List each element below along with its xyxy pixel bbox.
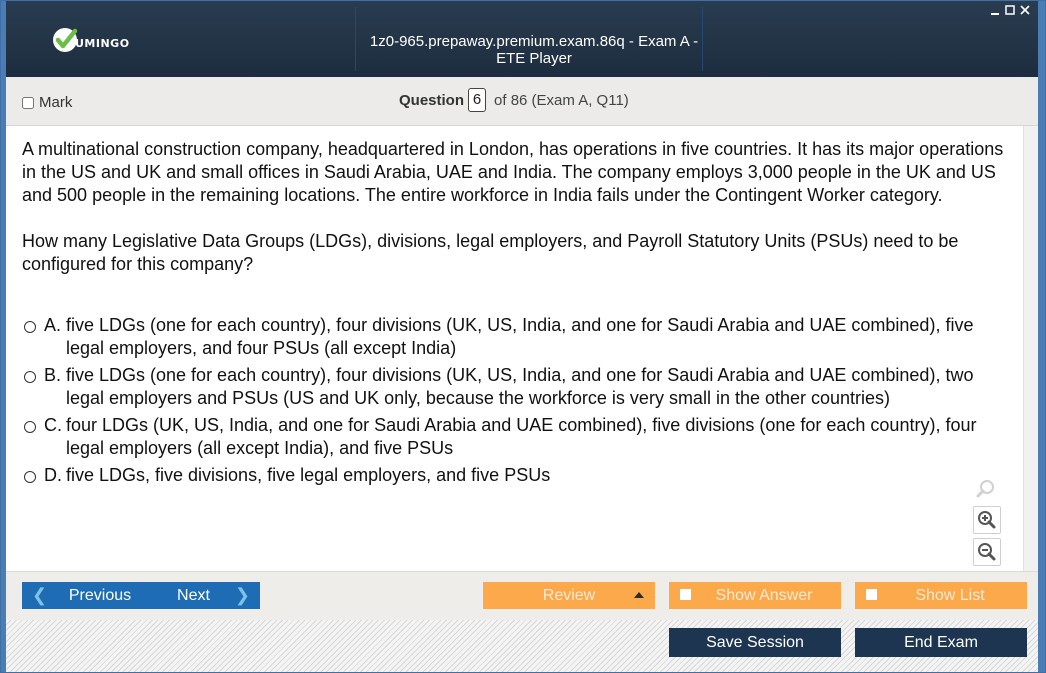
option-text: five LDGs (one for each country), four d… — [66, 365, 974, 408]
title-bar: UMINGO 1z0-965.prepaway.premium.exam.86q… — [6, 1, 1038, 78]
maximize-icon[interactable] — [1004, 4, 1015, 15]
option-text: four LDGs (UK, US, India, and one for Sa… — [66, 415, 977, 458]
vertical-scrollbar[interactable] — [1023, 126, 1039, 571]
end-exam-label: End Exam — [904, 633, 978, 651]
radio-button[interactable] — [24, 371, 36, 383]
chevron-right-icon: ❯ — [234, 585, 250, 605]
footer-bar: Save Session End Exam — [6, 620, 1038, 672]
option-letter: A. — [44, 315, 62, 335]
end-exam-button[interactable]: End Exam — [855, 628, 1027, 657]
option-a[interactable]: A. five LDGs (one for each country), fou… — [22, 314, 1012, 360]
radio-button[interactable] — [24, 421, 36, 433]
previous-label: Previous — [68, 586, 132, 604]
caret-up-icon — [634, 592, 644, 598]
review-button[interactable]: Review — [483, 582, 655, 609]
option-text: five LDGs, five divisions, five legal em… — [66, 465, 551, 485]
question-text: A multinational construction company, he… — [22, 138, 1012, 299]
show-list-checkbox[interactable] — [866, 589, 877, 600]
option-c[interactable]: C. four LDGs (UK, US, India, and one for… — [22, 414, 1012, 460]
show-answer-checkbox[interactable] — [680, 589, 691, 600]
option-letter: D. — [44, 465, 62, 485]
vumingo-logo: UMINGO — [51, 25, 130, 55]
title-separator — [702, 7, 703, 71]
close-icon[interactable] — [1019, 4, 1030, 15]
question-prompt: How many Legislative Data Groups (LDGs),… — [22, 231, 959, 274]
radio-button[interactable] — [24, 471, 36, 483]
navigation-bar: ❮ Previous Next ❯ Review Show Answer Sho… — [6, 571, 1038, 620]
radio-button[interactable] — [24, 321, 36, 333]
show-answer-label: Show Answer — [715, 586, 813, 604]
chevron-left-icon: ❮ — [32, 585, 48, 605]
option-d[interactable]: D. five LDGs, five divisions, five legal… — [22, 464, 1012, 487]
review-label: Review — [542, 586, 596, 604]
mark-checkbox[interactable]: Mark — [22, 94, 72, 111]
show-answer-button[interactable]: Show Answer — [669, 582, 841, 609]
window-border-left — [1, 1, 6, 672]
question-count: of 86 (Exam A, Q11) — [494, 91, 629, 109]
search-icon[interactable] — [973, 476, 999, 502]
option-letter: C. — [44, 415, 62, 435]
window-title: 1z0-965.prepaway.premium.exam.86q - Exam… — [369, 33, 699, 67]
previous-button[interactable]: ❮ Previous — [22, 582, 160, 609]
question-content: A multinational construction company, he… — [6, 126, 1023, 571]
zoom-controls — [973, 476, 1003, 570]
option-b[interactable]: B. five LDGs (one for each country), fou… — [22, 364, 1012, 410]
question-number-box[interactable]: 6 — [468, 88, 487, 112]
option-letter: B. — [44, 365, 62, 385]
save-session-button[interactable]: Save Session — [669, 628, 841, 657]
question-indicator: Question 6 of 86 (Exam A, Q11) — [399, 88, 629, 112]
app-window: UMINGO 1z0-965.prepaway.premium.exam.86q… — [0, 0, 1046, 673]
mark-checkbox-input[interactable] — [22, 96, 34, 109]
logo-text: UMINGO — [75, 36, 130, 50]
question-bar: Mark Question 6 of 86 (Exam A, Q11) — [6, 77, 1038, 126]
option-text: five LDGs (one for each country), four d… — [66, 315, 974, 358]
next-label: Next — [177, 586, 210, 604]
question-label: Question — [399, 91, 465, 109]
mark-label: Mark — [39, 94, 73, 111]
zoom-in-icon[interactable] — [973, 506, 1001, 534]
window-controls — [989, 4, 1030, 15]
title-separator — [355, 7, 356, 71]
window-border-right — [1038, 1, 1045, 672]
show-list-button[interactable]: Show List — [855, 582, 1027, 609]
zoom-out-icon[interactable] — [973, 538, 1001, 566]
question-paragraph: A multinational construction company, he… — [22, 139, 1004, 205]
minimize-icon[interactable] — [989, 4, 1000, 15]
save-session-label: Save Session — [706, 633, 804, 651]
next-button[interactable]: Next ❯ — [145, 582, 260, 609]
answer-options: A. five LDGs (one for each country), fou… — [22, 314, 1012, 491]
show-list-label: Show List — [915, 586, 985, 604]
